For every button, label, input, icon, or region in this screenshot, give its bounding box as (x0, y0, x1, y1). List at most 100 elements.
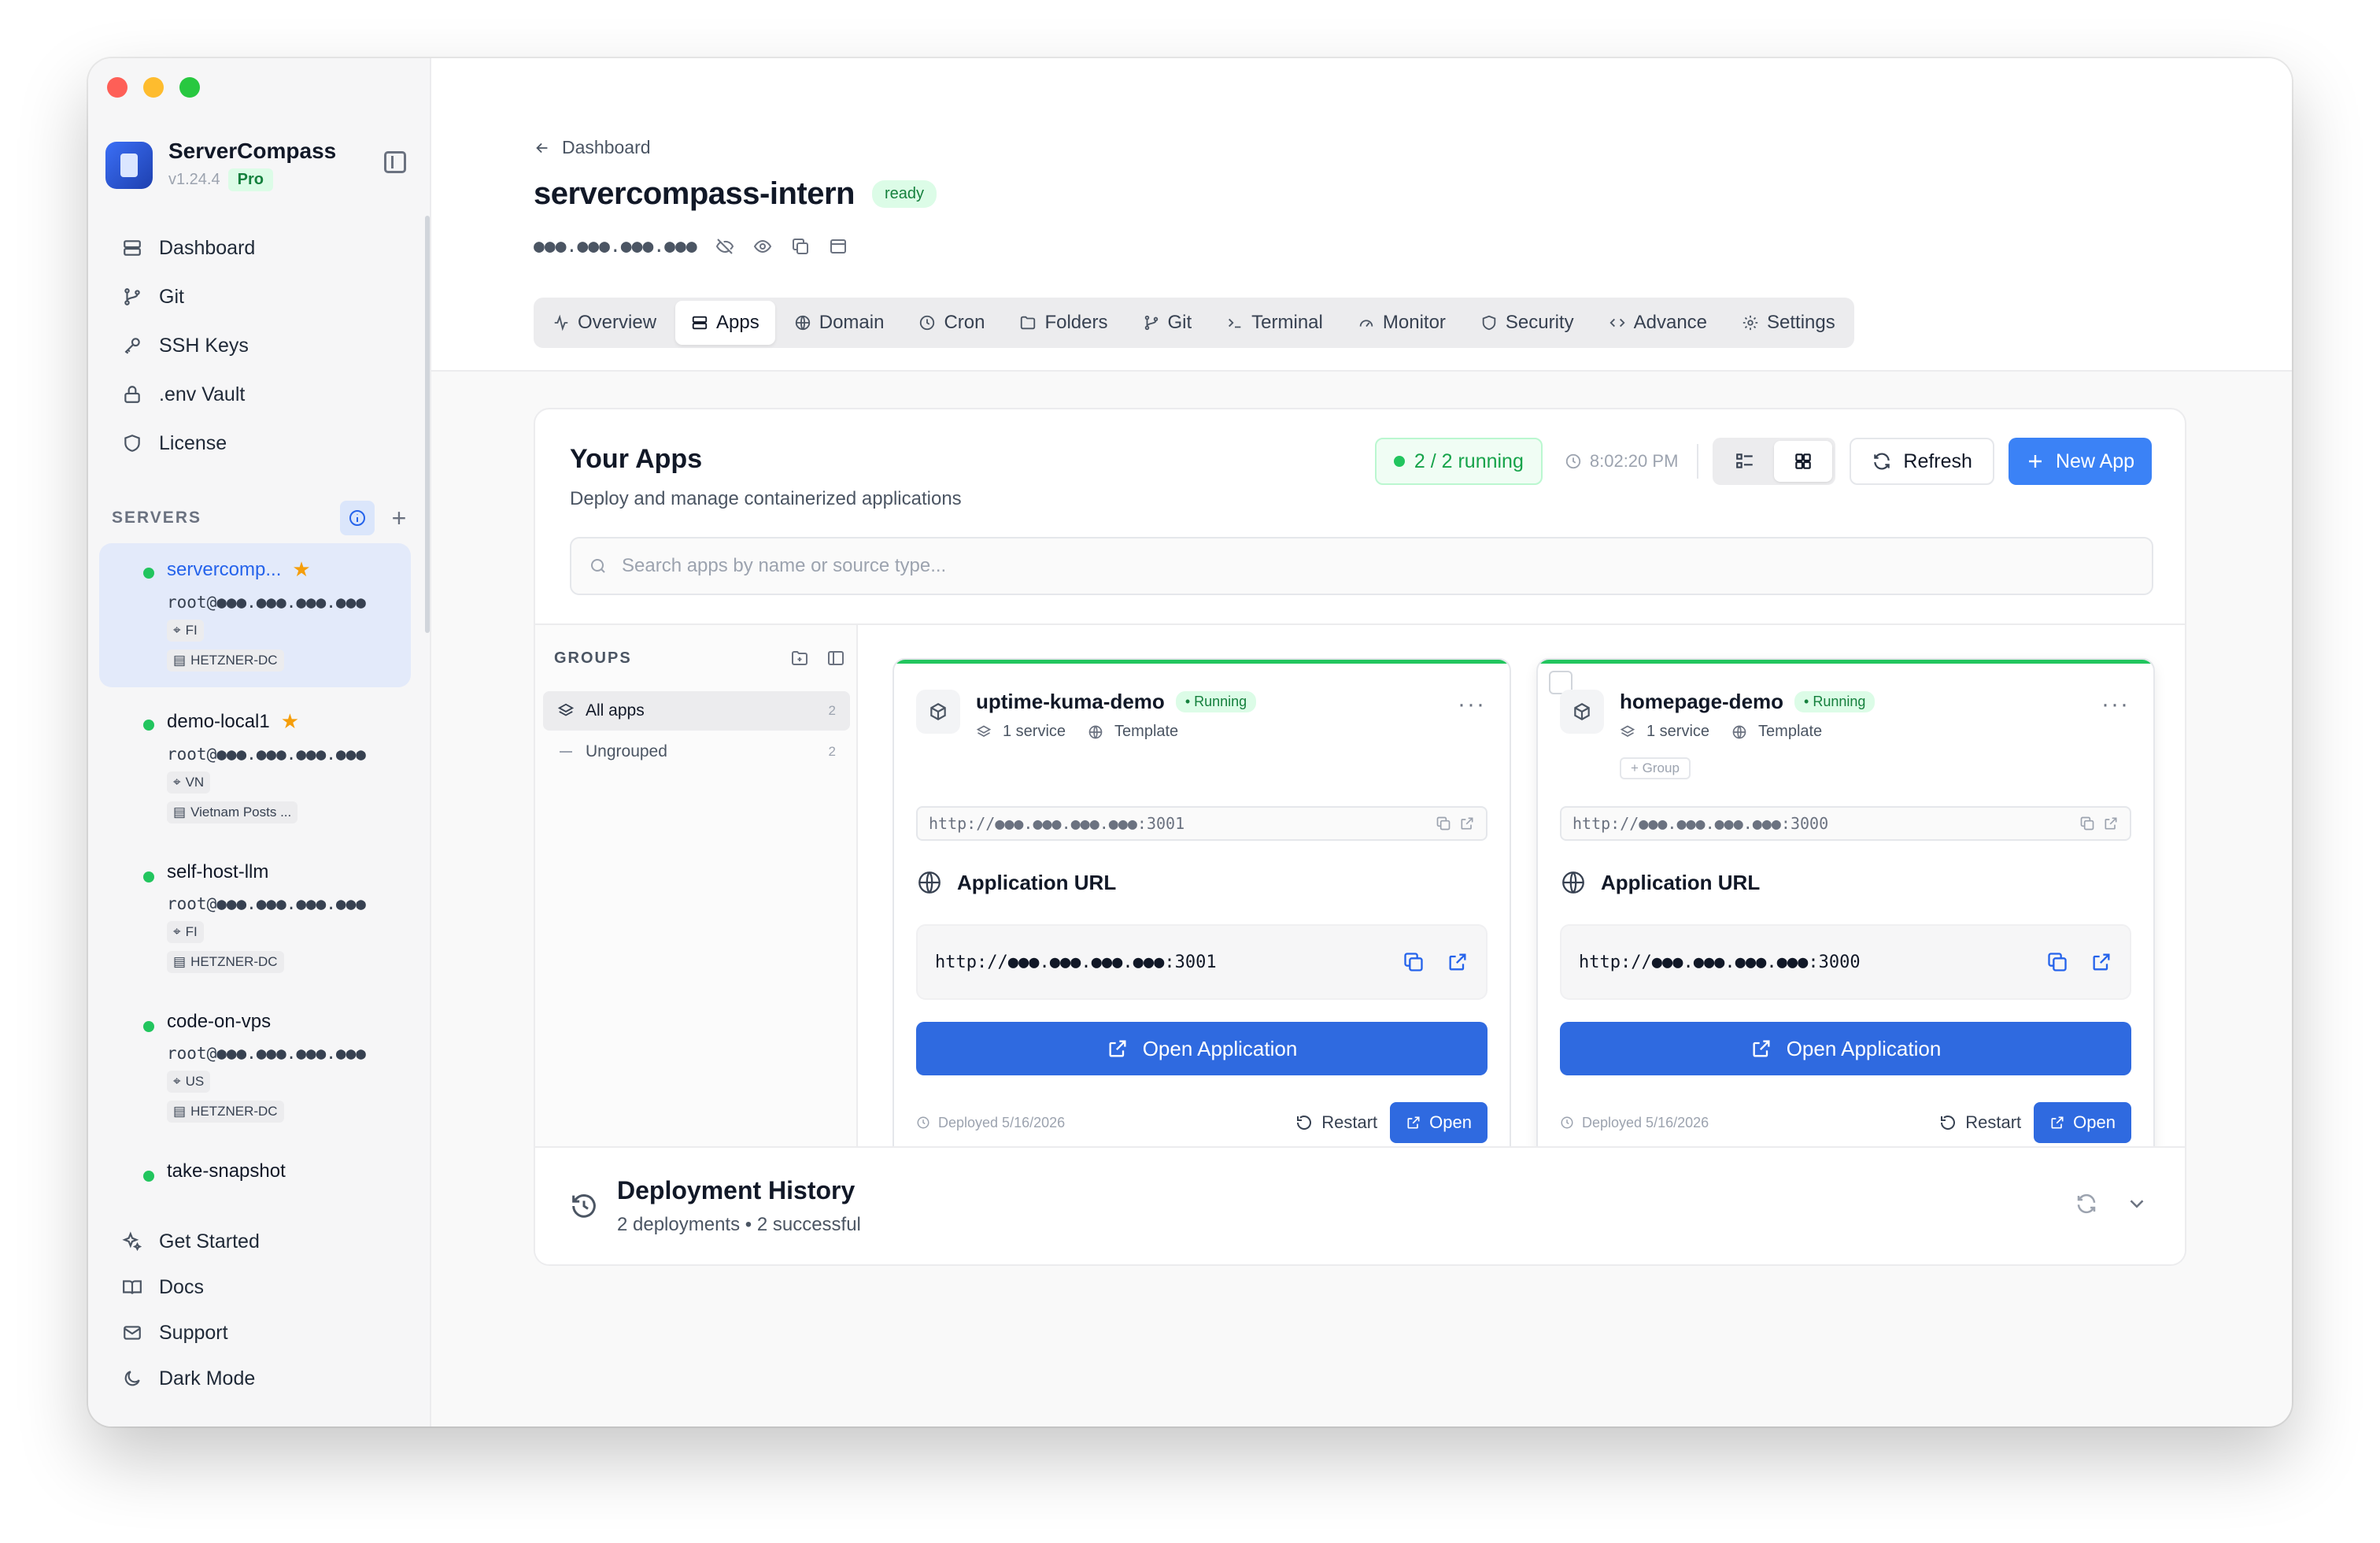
app-logo-icon (105, 141, 153, 189)
tab-folders[interactable]: Folders (1003, 301, 1123, 345)
star-icon[interactable]: ★ (292, 557, 310, 582)
gauge-icon (1358, 314, 1375, 331)
restart-button[interactable]: Restart (1295, 1112, 1377, 1133)
sidebar-item-env-vault[interactable]: .env Vault (107, 370, 414, 419)
new-app-button[interactable]: New App (2008, 438, 2152, 485)
tab-domain[interactable]: Domain (778, 301, 900, 345)
status-text: Running (1813, 694, 1866, 709)
server-item[interactable]: demo-local1 ★ root@●●●.●●●.●●●.●●● ⌖ VN ▤ V… (99, 695, 411, 839)
open-application-button[interactable]: Open Application (1560, 1022, 2131, 1075)
support-link[interactable]: Support (107, 1310, 414, 1356)
search-input[interactable]: Search apps by name or source type... (570, 537, 2153, 595)
tab-cron[interactable]: Cron (903, 301, 1000, 345)
external-link-icon[interactable] (2103, 816, 2119, 831)
add-server-button[interactable]: + (387, 504, 411, 533)
tab-apps[interactable]: Apps (675, 301, 775, 345)
internal-url: http://●●●.●●●.●●●.●●●:3000 (1560, 806, 2131, 841)
activity-icon (552, 314, 570, 331)
refresh-button[interactable]: Refresh (1850, 438, 1994, 485)
group-item-ungrouped[interactable]: Ungrouped 2 (543, 732, 850, 772)
info-icon[interactable] (340, 501, 375, 535)
sidebar-item-label: SSH Keys (159, 334, 249, 357)
server-name: self-host-llm (167, 861, 269, 883)
more-options-icon[interactable]: ··· (1458, 691, 1486, 718)
main-content: Dashboard servercompass-intern ready ●●●… (431, 58, 2292, 1426)
tab-security[interactable]: Security (1465, 301, 1590, 345)
app-name[interactable]: homepage-demo (1620, 690, 1783, 714)
refresh-icon[interactable] (2075, 1192, 2098, 1216)
copy-icon[interactable] (1436, 816, 1451, 831)
app-name[interactable]: uptime-kuma-demo (976, 690, 1165, 714)
page-header: Dashboard servercompass-intern ready ●●●… (431, 58, 2292, 372)
dark-mode-toggle[interactable]: Dark Mode (107, 1356, 414, 1401)
tab-git[interactable]: Git (1127, 301, 1208, 345)
server-item[interactable]: servercomp... ★ root@●●●.●●●.●●●.●●● ⌖ FI … (99, 543, 411, 687)
new-folder-icon[interactable] (790, 649, 809, 668)
internal-url: http://●●●.●●●.●●●.●●●:3001 (916, 806, 1488, 841)
tab-advance[interactable]: Advance (1593, 301, 1723, 345)
tab-monitor[interactable]: Monitor (1342, 301, 1462, 345)
git-branch-icon (1143, 314, 1160, 331)
minus-icon (557, 750, 575, 753)
collapse-panel-icon[interactable] (826, 649, 845, 668)
server-item[interactable]: code-on-vps root@●●●.●●●.●●●.●●● ⌖ US ▤ HE… (99, 997, 411, 1138)
restart-button[interactable]: Restart (1938, 1112, 2021, 1133)
server-item[interactable]: take-snapshot (99, 1146, 411, 1182)
open-button[interactable]: Open (1390, 1102, 1488, 1143)
tab-label: Domain (819, 312, 885, 333)
status-dot (1393, 456, 1405, 467)
sidebar-item-license[interactable]: License (107, 419, 414, 468)
eye-off-icon[interactable] (715, 236, 735, 257)
sidebar-toggle-icon[interactable] (384, 151, 406, 173)
sidebar-item-git[interactable]: Git (107, 272, 414, 321)
copy-icon[interactable] (790, 236, 811, 257)
copy-icon[interactable] (2046, 951, 2068, 973)
breadcrumb-link[interactable]: Dashboard (562, 137, 651, 158)
docs-link[interactable]: Docs (107, 1264, 414, 1310)
tab-label: Cron (944, 312, 985, 333)
new-app-label: New App (2055, 450, 2134, 472)
lock-icon (121, 383, 143, 405)
add-group-button[interactable]: + Group (1620, 757, 1691, 779)
external-link-icon[interactable] (2090, 951, 2112, 973)
group-item-all-apps[interactable]: All apps 2 (543, 691, 850, 731)
external-link-icon[interactable] (1459, 816, 1475, 831)
open-application-button[interactable]: Open Application (916, 1022, 1488, 1075)
get-started-link[interactable]: Get Started (107, 1219, 414, 1264)
deployment-history[interactable]: Deployment History 2 deployments • 2 suc… (535, 1146, 2185, 1264)
sidebar-item-dashboard[interactable]: Dashboard (107, 224, 414, 272)
close-window-button[interactable] (107, 77, 128, 98)
breadcrumb[interactable]: Dashboard (534, 137, 651, 158)
copy-icon[interactable] (2079, 816, 2095, 831)
sidebar-item-label: Dashboard (159, 236, 256, 259)
copy-icon[interactable] (1402, 951, 1425, 973)
eye-icon[interactable] (752, 236, 773, 257)
status-text: Running (1194, 694, 1247, 709)
open-button[interactable]: Open (2034, 1102, 2131, 1143)
restart-label: Restart (1321, 1112, 1378, 1132)
external-link-icon[interactable] (1447, 951, 1469, 973)
app-card[interactable]: homepage-demo • Running 1 service Templa… (1536, 658, 2155, 1168)
sidebar-scrollbar[interactable] (425, 216, 430, 633)
server-ip: root@●●●.●●●.●●●.●●● (167, 894, 366, 913)
tab-settings[interactable]: Settings (1726, 301, 1851, 345)
status-dot (143, 568, 154, 579)
more-options-icon[interactable]: ··· (2101, 691, 2130, 718)
grid-view-icon[interactable] (1774, 441, 1833, 482)
maximize-window-button[interactable] (179, 77, 200, 98)
app-card[interactable]: uptime-kuma-demo • Running 1 service Tem… (893, 658, 1511, 1168)
tab-overview[interactable]: Overview (537, 301, 672, 345)
sidebar-item-ssh-keys[interactable]: SSH Keys (107, 321, 414, 370)
server-item[interactable]: self-host-llm root@●●●.●●●.●●●.●●● ⌖ FI ▤… (99, 847, 411, 989)
gear-icon (1742, 314, 1759, 331)
layers-icon (976, 724, 992, 740)
tab-terminal[interactable]: Terminal (1210, 301, 1339, 345)
globe-icon (794, 314, 811, 331)
app-url-title: Application URL (957, 870, 1117, 894)
list-view-icon[interactable] (1716, 441, 1774, 482)
chevron-down-icon[interactable] (2125, 1192, 2149, 1216)
minimize-window-button[interactable] (143, 77, 164, 98)
browser-window-icon[interactable] (828, 236, 848, 257)
globe-icon (1560, 869, 1587, 896)
star-icon[interactable]: ★ (281, 709, 299, 734)
